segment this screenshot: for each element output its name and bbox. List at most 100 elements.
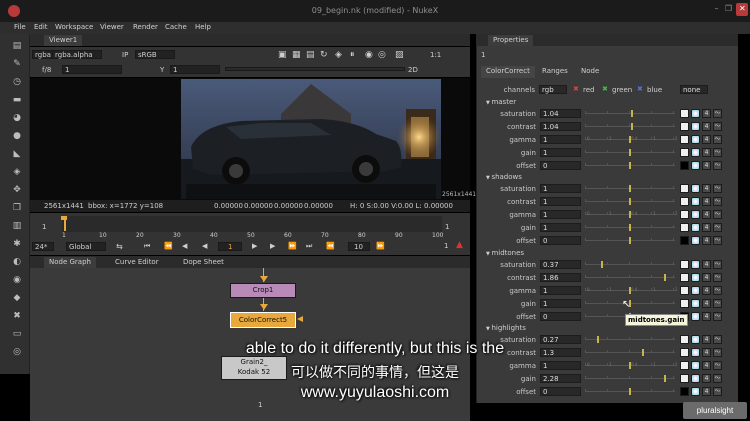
- color-wheel-icon[interactable]: [691, 184, 700, 193]
- other-icon[interactable]: ▭: [11, 328, 23, 340]
- tab-node-graph[interactable]: Node Graph: [44, 257, 96, 268]
- color-wheel-icon[interactable]: [691, 109, 700, 118]
- color-wheel-icon[interactable]: [691, 135, 700, 144]
- group-highlights[interactable]: ▼ highlights: [486, 324, 526, 332]
- minimize-icon[interactable]: –: [712, 4, 721, 14]
- menu-viewer[interactable]: Viewer: [100, 23, 124, 31]
- timeline-scrubber[interactable]: [62, 216, 442, 232]
- colorspace-dropdown[interactable]: sRGB: [135, 50, 175, 59]
- color-wheel-icon[interactable]: [691, 148, 700, 157]
- color-wheel-icon[interactable]: [691, 223, 700, 232]
- midtones-gain-field[interactable]: 1: [540, 299, 581, 308]
- shadows-offset-field[interactable]: 0: [540, 236, 581, 245]
- view-mode[interactable]: 2D: [408, 66, 418, 74]
- play-mode-icon[interactable]: ⇆: [116, 242, 123, 251]
- deep-icon[interactable]: ◐: [11, 256, 23, 268]
- animation-curve-icon[interactable]: 〜: [713, 312, 722, 321]
- stop-icon[interactable]: ◉: [365, 50, 373, 60]
- color-wheel-icon[interactable]: [691, 122, 700, 131]
- skip-forward-icon[interactable]: ⏩: [376, 242, 385, 250]
- color-swatch[interactable]: [680, 223, 689, 232]
- tab-dope-sheet[interactable]: Dope Sheet: [178, 257, 229, 268]
- color-wheel-icon[interactable]: [691, 286, 700, 295]
- animation-curve-icon[interactable]: 〜: [713, 210, 722, 219]
- color-swatch[interactable]: [680, 236, 689, 245]
- shadows-contrast-slider[interactable]: [585, 197, 675, 206]
- crop-node[interactable]: Crop1: [230, 283, 296, 298]
- frame-field[interactable]: 1: [218, 242, 242, 251]
- color-icon[interactable]: ◕: [11, 112, 23, 124]
- split-channels-button[interactable]: 4: [702, 122, 711, 131]
- next-frame-icon[interactable]: ▶︎: [270, 242, 275, 250]
- midtones-saturation-field[interactable]: 0.37: [540, 260, 581, 269]
- menu-cache[interactable]: Cache: [165, 23, 187, 31]
- animation-curve-icon[interactable]: 〜: [713, 197, 722, 206]
- animation-curve-icon[interactable]: 〜: [713, 135, 722, 144]
- color-wheel-icon[interactable]: [691, 273, 700, 282]
- slider-knob[interactable]: [629, 136, 631, 143]
- color-swatch[interactable]: [680, 260, 689, 269]
- shadows-contrast-field[interactable]: 1: [540, 197, 581, 206]
- slider-knob[interactable]: [629, 287, 631, 294]
- split-channels-button[interactable]: 4: [702, 273, 711, 282]
- animation-curve-icon[interactable]: 〜: [713, 223, 722, 232]
- eye-icon[interactable]: ◉: [11, 274, 23, 286]
- animation-curve-icon[interactable]: 〜: [713, 299, 722, 308]
- color-wheel-icon[interactable]: [691, 312, 700, 321]
- maximize-icon[interactable]: ❐: [724, 4, 733, 14]
- skip-back-icon[interactable]: ⏪: [326, 242, 335, 250]
- slider-knob[interactable]: [629, 198, 631, 205]
- read-tool-icon[interactable]: ▤: [11, 40, 23, 52]
- tag-icon[interactable]: ◆: [11, 292, 23, 304]
- split-channels-button[interactable]: 4: [702, 161, 711, 170]
- split-channels-button[interactable]: 4: [702, 184, 711, 193]
- zoom-ratio[interactable]: 1:1: [430, 51, 441, 59]
- first-frame-icon[interactable]: ⏮: [144, 242, 150, 251]
- color-swatch[interactable]: [680, 210, 689, 219]
- slider-knob[interactable]: [629, 162, 631, 169]
- refresh-icon[interactable]: ↻: [320, 50, 328, 60]
- snapshot-icon[interactable]: ◎: [378, 50, 386, 60]
- alpha-select[interactable]: none: [680, 85, 708, 94]
- alpha-dropdown[interactable]: rgba.alpha: [52, 50, 102, 59]
- green-checkbox-icon[interactable]: ✖: [602, 85, 608, 93]
- time-icon[interactable]: ◷: [11, 76, 23, 88]
- gain-field[interactable]: 1: [62, 65, 122, 74]
- slider-knob[interactable]: [629, 185, 631, 192]
- group-shadows[interactable]: ▼ shadows: [486, 173, 522, 181]
- merge-icon[interactable]: ◈: [11, 166, 23, 178]
- master-contrast-field[interactable]: 1.04: [540, 122, 581, 131]
- animation-curve-icon[interactable]: 〜: [713, 260, 722, 269]
- master-gamma-slider[interactable]: 0 1 0.4 1 2: [585, 135, 678, 144]
- range-dropdown[interactable]: Global: [66, 242, 106, 251]
- subtab-ranges[interactable]: Ranges: [537, 66, 573, 78]
- menu-workspace[interactable]: Workspace: [55, 23, 93, 31]
- views-icon[interactable]: ▥: [11, 220, 23, 232]
- prev-frame-icon[interactable]: ◀︎: [182, 242, 187, 250]
- slider-knob[interactable]: [630, 123, 633, 130]
- color-wheel-icon[interactable]: [691, 260, 700, 269]
- timeline-end[interactable]: 1: [445, 223, 449, 231]
- color-swatch[interactable]: [680, 109, 689, 118]
- animation-curve-icon[interactable]: 〜: [713, 236, 722, 245]
- close-window-button[interactable]: ✕: [736, 3, 748, 16]
- ip-button[interactable]: IP: [122, 51, 128, 59]
- menu-file[interactable]: File: [14, 23, 26, 31]
- color-wheel-icon[interactable]: [691, 299, 700, 308]
- paint-brush-icon[interactable]: ✎: [11, 58, 23, 70]
- color-swatch[interactable]: [680, 299, 689, 308]
- color-wheel-icon[interactable]: [691, 236, 700, 245]
- master-gamma-field[interactable]: 1: [540, 135, 581, 144]
- midtones-gamma-field[interactable]: 1: [540, 286, 581, 295]
- midtones-contrast-slider[interactable]: [585, 273, 675, 282]
- slider-knob[interactable]: [630, 110, 633, 117]
- viewer-gamma-slider[interactable]: [225, 67, 405, 71]
- tools-icon[interactable]: ✖: [11, 310, 23, 322]
- playhead-handle[interactable]: [61, 216, 67, 220]
- color-swatch[interactable]: [680, 135, 689, 144]
- channels-select[interactable]: rgb: [539, 85, 567, 94]
- color-wheel-icon[interactable]: [691, 197, 700, 206]
- red-checkbox-icon[interactable]: ✖: [573, 85, 579, 93]
- slider-knob[interactable]: [629, 149, 631, 156]
- animation-curve-icon[interactable]: 〜: [713, 161, 722, 170]
